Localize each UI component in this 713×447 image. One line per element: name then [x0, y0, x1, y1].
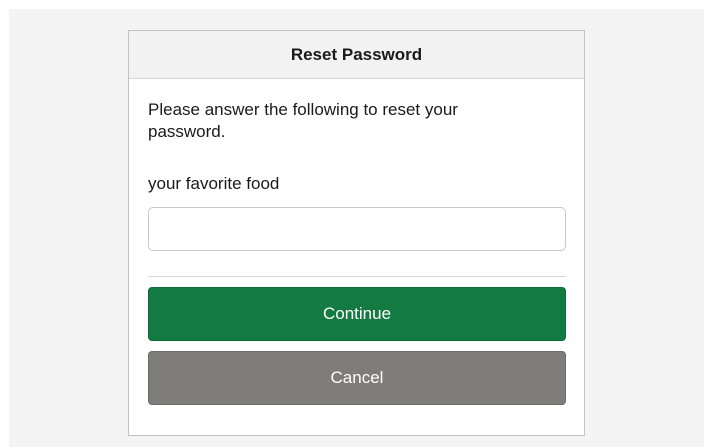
dialog-title: Reset Password: [290, 44, 423, 64]
divider: [148, 276, 566, 277]
dialog-body: Please answer the following to reset you…: [129, 79, 584, 405]
page: Reset Password Please answer the followi…: [0, 0, 713, 447]
security-question-label: your favorite food: [148, 174, 280, 193]
security-answer-input[interactable]: [148, 207, 566, 251]
dialog-header: Reset Password: [129, 31, 584, 79]
instructions-text: Please answer the following to reset you…: [148, 100, 458, 141]
cancel-button[interactable]: Cancel: [148, 351, 566, 405]
reset-password-dialog: Reset Password Please answer the followi…: [128, 30, 585, 436]
continue-button[interactable]: Continue: [148, 287, 566, 341]
